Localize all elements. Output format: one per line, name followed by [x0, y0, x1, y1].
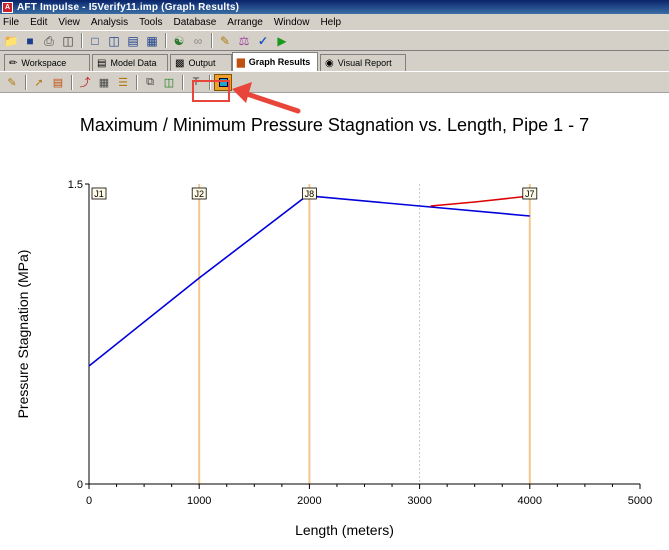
y-tick-label: 1.5: [68, 179, 83, 191]
tab-graph-results[interactable]: ▆ Graph Results: [232, 52, 318, 71]
x-tick-label: 4000: [518, 495, 542, 507]
x-tick-label: 0: [86, 495, 92, 507]
graph-results-icon: ▆: [237, 56, 245, 68]
junction-label: J1: [94, 189, 104, 199]
y-axis-label: Pressure Stagnation (MPa): [15, 250, 31, 419]
junction-label: J8: [305, 189, 315, 199]
annotation-arrow: [238, 89, 301, 114]
x-tick-label: 3000: [407, 495, 431, 507]
x-tick-label: 2000: [297, 495, 321, 507]
junction-label: J2: [194, 189, 204, 199]
y-tick-label: 0: [77, 479, 83, 491]
x-tick-label: 1000: [187, 495, 211, 507]
chart-area: 0 1.5 0 1000 2000 3000 4000 5000 Length (meters)…: [15, 82, 652, 538]
chart-plot: 0 1.5 0 1000 2000 3000 4000 5000 Length (meters)…: [15, 179, 652, 538]
x-tick-label: 5000: [628, 495, 652, 507]
tab-label: Graph Results: [248, 57, 311, 67]
annotation-arrow-head: [232, 82, 252, 103]
series-line-red: [430, 195, 530, 207]
x-axis-label: Length (meters): [295, 522, 394, 538]
junction-label: J7: [525, 189, 535, 199]
